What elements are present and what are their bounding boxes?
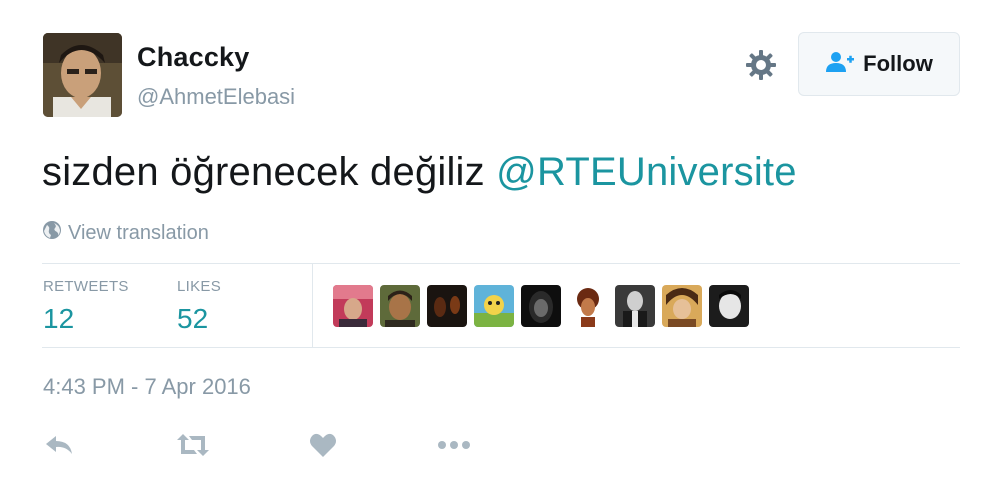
view-translation-link[interactable]: View translation (42, 220, 209, 246)
view-translation-label: View translation (68, 221, 209, 244)
tweet-mention-link[interactable]: @RTEUniversite (496, 150, 797, 194)
liker-avatar[interactable] (709, 285, 749, 327)
likes-label: LIKES (177, 278, 222, 295)
likes-count: 52 (177, 303, 209, 334)
follow-button[interactable]: Follow (798, 32, 960, 96)
likes-stat[interactable]: LIKES 52 (177, 278, 221, 335)
liker-avatar[interactable] (662, 285, 702, 327)
retweets-stat[interactable]: RETWEETS 12 (43, 278, 129, 335)
tweet-body: sizden öğrenecek değiliz (42, 150, 497, 194)
liker-avatar[interactable] (427, 285, 467, 327)
liker-avatar[interactable] (568, 285, 608, 327)
retweets-label: RETWEETS (43, 278, 129, 295)
globe-icon (42, 220, 62, 246)
more-icon[interactable] (437, 430, 471, 460)
liker-avatar[interactable] (521, 285, 561, 327)
reply-icon[interactable] (42, 430, 76, 460)
liker-avatar[interactable] (615, 285, 655, 327)
stats-top-divider (42, 263, 960, 264)
liker-avatar[interactable] (380, 285, 420, 327)
follow-button-label: Follow (863, 51, 933, 76)
retweets-count: 12 (43, 303, 75, 334)
liker-avatar[interactable] (333, 285, 373, 327)
author-avatar[interactable] (43, 33, 122, 117)
likers-avatar-list (333, 285, 749, 327)
gear-icon[interactable] (744, 48, 778, 82)
retweet-icon[interactable] (176, 430, 210, 460)
stats-bottom-divider (42, 347, 960, 348)
stats-vertical-divider (312, 263, 313, 348)
tweet-text: sizden öğrenecek değiliz @RTEUniversite (42, 150, 797, 195)
like-icon[interactable] (306, 430, 340, 460)
liker-avatar[interactable] (474, 285, 514, 327)
author-screen-name[interactable]: @AhmetElebasi (137, 84, 295, 110)
tweet-timestamp[interactable]: 4:43 PM - 7 Apr 2016 (43, 374, 251, 400)
add-person-icon (825, 51, 855, 78)
author-display-name[interactable]: Chaccky (137, 42, 249, 73)
